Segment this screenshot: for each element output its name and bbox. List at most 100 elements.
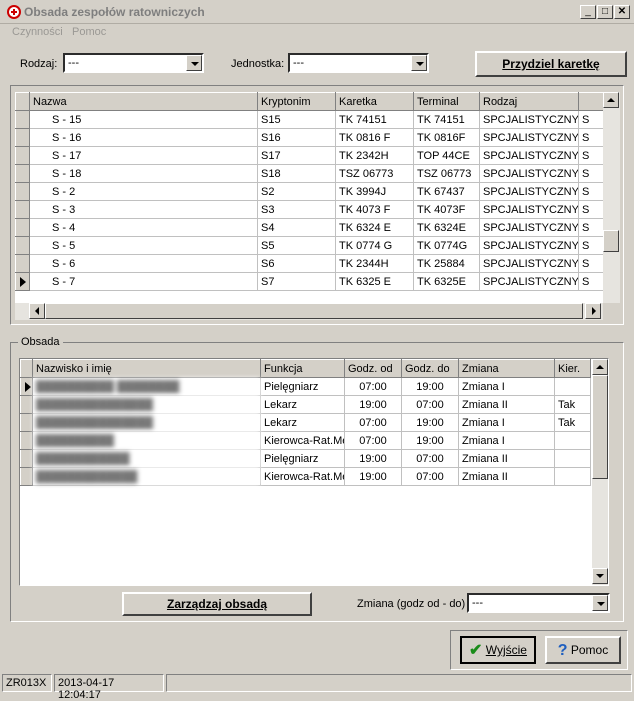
row-indicator[interactable] [20, 395, 33, 414]
col-terminal[interactable]: Terminal [413, 92, 480, 111]
row-indicator[interactable] [15, 218, 30, 237]
row-indicator[interactable] [20, 413, 33, 432]
col-zmiana[interactable]: Zmiana [458, 359, 555, 378]
crew-header-row: Nazwisko i imię Funkcja Godz. od Godz. d… [20, 359, 591, 378]
team-row[interactable]: S - 2 S2 TK 3994J TK 67437 SPCJALISTYCZNY S [15, 182, 603, 201]
col-funkcja[interactable]: Funkcja [260, 359, 345, 378]
teams-vscroll-thumb[interactable] [603, 230, 619, 252]
scroll-up-icon[interactable] [603, 92, 619, 108]
window-title: Obsada zespołów ratowniczych [24, 5, 205, 19]
team-cell: S - 16 [29, 128, 258, 147]
chevron-down-icon[interactable] [592, 595, 608, 611]
col-kryptonim[interactable]: Kryptonim [257, 92, 336, 111]
crew-cell: Pielęgniarz [260, 377, 345, 396]
current-row-arrow-icon [25, 381, 31, 392]
crew-row[interactable]: ██████████ ████████ Pielęgniarz 07:00 19:00… [20, 377, 591, 396]
row-indicator[interactable] [20, 431, 33, 450]
crew-cell: Zmiana I [458, 431, 555, 450]
crew-cell [554, 377, 591, 396]
teams-hscrollbar[interactable] [15, 303, 603, 320]
scroll-left-icon[interactable] [29, 303, 45, 319]
team-row[interactable]: S - 17 S17 TK 2342H TOP 44CE SPCJALISTYCZNY S [15, 146, 603, 165]
crew-cell: 07:00 [401, 449, 459, 468]
col-karetka[interactable]: Karetka [335, 92, 414, 111]
crew-cell: 19:00 [401, 431, 459, 450]
team-row[interactable]: S - 15 S15 TK 74151 TK 74151 SPCJALISTYCZNY S [15, 110, 603, 129]
manage-crew-button[interactable]: Zarządzaj obsadą [122, 592, 312, 616]
crew-cell: ██████████ [32, 431, 261, 450]
crew-row[interactable]: ██████████ Kierowca-Rat.Me 07:00 19:00 Zmian… [20, 431, 591, 450]
help-button[interactable]: ? Pomoc [545, 636, 621, 664]
scroll-down-icon[interactable] [592, 568, 608, 584]
team-cell: SPCJALISTYCZNY [479, 146, 579, 165]
chevron-down-icon[interactable] [186, 55, 202, 71]
crew-cell: 19:00 [344, 467, 402, 486]
row-indicator[interactable] [20, 377, 33, 396]
scroll-right-icon[interactable] [585, 303, 601, 319]
team-row[interactable]: S - 7 S7 TK 6325 E TK 6325E SPCJALISTYCZNY S [15, 272, 603, 291]
minimize-icon: _ [585, 6, 591, 17]
teams-hscroll-thumb[interactable] [45, 303, 583, 319]
crew-vscroll-thumb[interactable] [592, 375, 608, 479]
col-kier[interactable]: Kier. [554, 359, 591, 378]
menu-czynnosci[interactable]: Czynności [12, 26, 63, 44]
team-cell: S - 7 [29, 272, 258, 291]
col-godz-od[interactable]: Godz. od [344, 359, 402, 378]
close-button[interactable]: ✕ [614, 5, 630, 19]
crew-cell: Lekarz [260, 395, 345, 414]
team-cell: S [578, 218, 603, 237]
crew-cell: 19:00 [401, 413, 459, 432]
maximize-button[interactable]: □ [597, 5, 613, 19]
row-indicator[interactable] [15, 254, 30, 273]
row-indicator[interactable] [15, 164, 30, 183]
team-cell: TK 6324 E [335, 218, 414, 237]
row-indicator[interactable] [15, 146, 30, 165]
row-indicator[interactable] [15, 200, 30, 219]
chevron-down-icon[interactable] [411, 55, 427, 71]
crew-row[interactable]: ████████████ Pielęgniarz 19:00 07:00 Zmiana … [20, 449, 591, 468]
crew-cell: 07:00 [344, 413, 402, 432]
col-godz-do[interactable]: Godz. do [401, 359, 459, 378]
crew-row[interactable]: ███████████████ Lekarz 07:00 19:00 Zmiana IT… [20, 413, 591, 432]
crew-row[interactable]: █████████████ Kierowca-Rat.Me 19:00 07:00 Zm… [20, 467, 591, 486]
menu-pomoc[interactable]: Pomoc [72, 26, 106, 44]
team-cell: TK 0816 F [335, 128, 414, 147]
team-row[interactable]: S - 5 S5 TK 0774 G TK 0774G SPCJALISTYCZNY S [15, 236, 603, 255]
row-indicator[interactable] [20, 449, 33, 468]
exit-button[interactable]: ✔ Wyjście [460, 636, 536, 664]
row-indicator[interactable] [15, 128, 30, 147]
team-cell: SPCJALISTYCZNY [479, 218, 579, 237]
jednostka-select[interactable]: --- [288, 53, 429, 73]
crew-vscrollbar[interactable] [592, 359, 608, 585]
row-indicator[interactable] [15, 272, 30, 291]
team-row[interactable]: S - 18 S18 TSZ 06773 TSZ 06773 SPCJALISTYCZN… [15, 164, 603, 183]
team-row[interactable]: S - 3 S3 TK 4073 F TK 4073F SPCJALISTYCZNY S [15, 200, 603, 219]
col-nazwa[interactable]: Nazwa [29, 92, 258, 111]
scroll-up-icon[interactable] [592, 359, 608, 375]
row-indicator[interactable] [15, 110, 30, 129]
rodzaj-select[interactable]: --- [63, 53, 204, 73]
crew-cell: Tak [554, 395, 591, 414]
team-cell: SPCJALISTYCZNY [479, 272, 579, 291]
shift-label: Zmiana (godz od - do) : [357, 598, 472, 610]
team-cell: S17 [257, 146, 336, 165]
teams-vscrollbar[interactable] [603, 92, 620, 303]
team-row[interactable]: S - 4 S4 TK 6324 E TK 6324E SPCJALISTYCZNY S [15, 218, 603, 237]
col-rodzaj[interactable]: Rodzaj [479, 92, 579, 111]
team-row[interactable]: S - 16 S16 TK 0816 F TK 0816F SPCJALISTYCZNY… [15, 128, 603, 147]
col-extra[interactable] [578, 92, 603, 111]
crew-row[interactable]: ███████████████ Lekarz 19:00 07:00 Zmiana II… [20, 395, 591, 414]
col-nazwisko[interactable]: Nazwisko i imię [32, 359, 261, 378]
team-cell: SPCJALISTYCZNY [479, 182, 579, 201]
team-cell: TK 4073F [413, 200, 480, 219]
assign-ambulance-button[interactable]: Przydziel karetkę [475, 51, 627, 77]
minimize-button[interactable]: _ [580, 5, 596, 19]
crew-cell: 19:00 [344, 449, 402, 468]
team-cell: S - 17 [29, 146, 258, 165]
row-indicator[interactable] [20, 467, 33, 486]
title-bar: Obsada zespołów ratowniczych _ □ ✕ [0, 0, 634, 24]
row-indicator[interactable] [15, 182, 30, 201]
team-row[interactable]: S - 6 S6 TK 2344H TK 25884 SPCJALISTYCZNY S [15, 254, 603, 273]
row-indicator[interactable] [15, 236, 30, 255]
shift-select[interactable]: --- [467, 593, 610, 613]
